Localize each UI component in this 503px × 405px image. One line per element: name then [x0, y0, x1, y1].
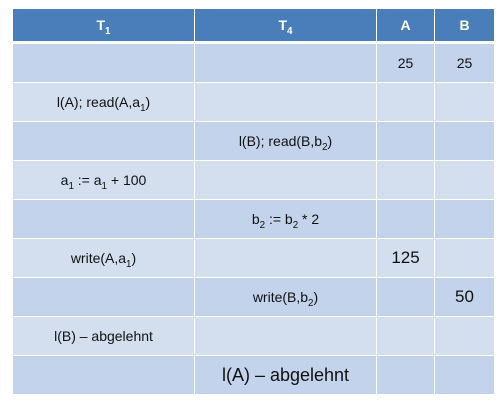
header-t1: T1 [12, 9, 195, 44]
subscript: 1 [126, 258, 132, 270]
cell-b: 50 [434, 277, 495, 317]
table-row: b2 := b2 * 2 [12, 199, 495, 239]
cell-a [376, 316, 435, 356]
header-a: A [376, 9, 435, 44]
cell-t1: l(A); read(A,a1) [12, 82, 195, 122]
cell-a [376, 160, 435, 200]
table-row: l(A); read(A,a1) [12, 82, 495, 122]
cell-a [376, 121, 435, 161]
table-row: write(B,b2) 50 [12, 277, 495, 317]
cell-t1 [12, 42, 195, 83]
cell-t1 [12, 277, 195, 317]
subscript: 1 [68, 180, 74, 192]
header-t4: T4 [194, 9, 377, 44]
subscript: 2 [292, 219, 299, 231]
cell-a [376, 277, 435, 317]
cell-b [434, 238, 495, 278]
subscript: 1 [101, 180, 107, 192]
cell-b [434, 82, 495, 122]
cell-b: 25 [434, 42, 495, 83]
header-b: B [434, 9, 495, 44]
cell-t1 [12, 355, 195, 395]
cell-a [376, 355, 435, 395]
subscript: 2 [322, 141, 328, 153]
cell-b [434, 355, 495, 395]
table-row: l(B) – abgelehnt [12, 316, 495, 356]
cell-t4 [194, 316, 377, 356]
cell-a [376, 199, 435, 239]
table-row: write(A,a1) 125 [12, 238, 495, 278]
table-row: a1 := a1 + 100 [12, 160, 495, 200]
schedule-table: T1 T4 A B 25 25 l(A); read(A,a1) l(B); r… [12, 9, 495, 395]
cell-b [434, 316, 495, 356]
cell-t4: b2 := b2 * 2 [194, 199, 377, 239]
cell-t4 [194, 238, 377, 278]
cell-t1: a1 := a1 + 100 [12, 160, 195, 200]
table-row: l(A) – abgelehnt [12, 355, 495, 395]
cell-t1 [12, 121, 195, 161]
cell-t1: write(A,a1) [12, 238, 195, 278]
cell-a: 25 [376, 42, 435, 83]
cell-t4 [194, 82, 377, 122]
subscript: 1 [140, 102, 146, 114]
cell-t1 [12, 199, 195, 239]
cell-t4 [194, 160, 377, 200]
cell-a [376, 82, 435, 122]
cell-t4: l(B); read(B,b2) [194, 121, 377, 161]
cell-b [434, 199, 495, 239]
table-row: l(B); read(B,b2) [12, 121, 495, 161]
cell-a: 125 [376, 238, 435, 278]
cell-t4 [194, 42, 377, 83]
cell-t1: l(B) – abgelehnt [12, 316, 195, 356]
cell-t4: write(B,b2) [194, 277, 377, 317]
header-row: T1 T4 A B [12, 9, 495, 44]
cell-t4: l(A) – abgelehnt [194, 355, 377, 395]
subscript: 2 [259, 219, 266, 231]
table-row: 25 25 [12, 42, 495, 83]
subscript: 2 [308, 297, 314, 309]
cell-b [434, 121, 495, 161]
cell-b [434, 160, 495, 200]
